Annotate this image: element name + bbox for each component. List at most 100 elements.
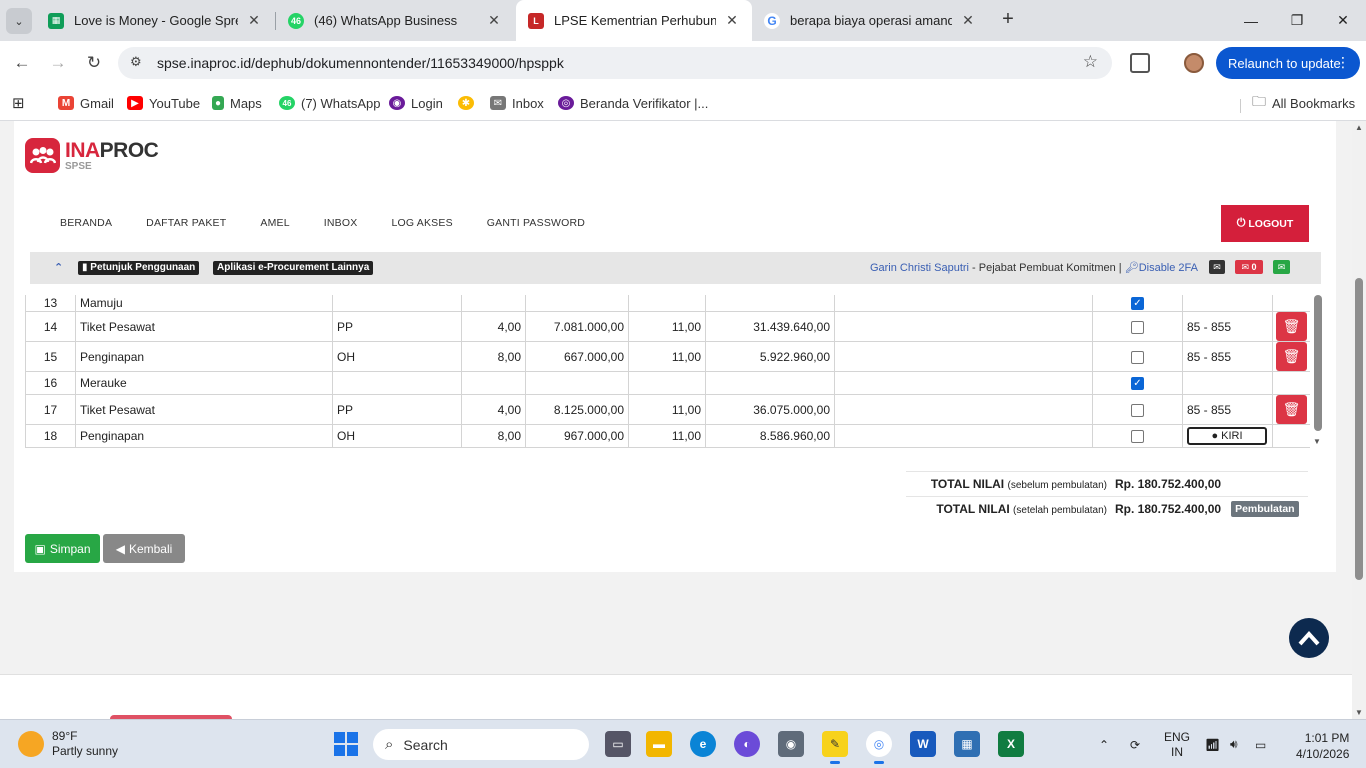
delete-row-button[interactable]: 🗑︎ — [1276, 342, 1307, 371]
calculator-icon[interactable]: ▦ — [954, 731, 980, 757]
nav-amel[interactable]: AMEL — [260, 217, 289, 231]
profile-avatar[interactable] — [1184, 53, 1204, 73]
cell-harga[interactable]: 667.000,00 — [525, 341, 629, 372]
scroll-down-arrow-icon[interactable]: ▼ — [1355, 708, 1363, 717]
menu-dots-icon[interactable]: ⋮ — [1336, 54, 1350, 71]
cell-harga[interactable]: 8.125.000,00 — [525, 394, 629, 425]
minimize-icon[interactable]: — — [1228, 0, 1274, 41]
tab-lpse[interactable]: L LPSE Kementrian Perhubungan ✕ — [516, 0, 752, 41]
scroll-up-arrow-icon[interactable]: ▲ — [1355, 123, 1363, 132]
task-view-icon[interactable]: ▭ — [605, 731, 631, 757]
row-checkbox[interactable]: ✓ — [1131, 296, 1144, 310]
table-scrollbar[interactable]: ▼ — [1312, 295, 1324, 450]
bookmark-youtube[interactable]: ▶ YouTube — [127, 93, 200, 113]
row-checkbox[interactable]: ✓ — [1131, 377, 1144, 391]
cell-keterangan[interactable] — [834, 341, 1093, 372]
copilot-icon[interactable]: ◐ — [734, 731, 760, 757]
cell-volume[interactable]: 8,00 — [461, 341, 526, 372]
cell-keterangan[interactable] — [834, 311, 1093, 342]
taskbar-search[interactable]: ⌕ Search — [373, 729, 589, 760]
edge-icon[interactable]: e — [690, 731, 716, 757]
kirim-button[interactable]: ● KIRI — [1187, 427, 1267, 445]
inaproc-logo[interactable]: INAPROC SPSE — [25, 138, 159, 173]
bookmark-login[interactable]: ◉ Login — [389, 93, 443, 113]
cell-uraian[interactable]: Merauke — [75, 371, 333, 395]
nav-daftar-paket[interactable]: DAFTAR PAKET — [146, 217, 226, 231]
user-name[interactable]: Garin Christi Saputri — [870, 262, 969, 274]
cell-uraian[interactable]: Tiket Pesawat — [75, 311, 333, 342]
cell-satuan[interactable]: PP — [332, 311, 462, 342]
row-checkbox[interactable] — [1131, 403, 1144, 417]
close-tab-icon[interactable]: ✕ — [486, 12, 502, 29]
address-bar[interactable]: ⚙ spse.inaproc.id/dephub/dokumennontende… — [118, 47, 1112, 79]
cell-uraian[interactable]: Tiket Pesawat — [75, 394, 333, 425]
petunjuk-penggunaan-link[interactable]: ▮ Petunjuk Penggunaan — [78, 261, 200, 275]
cell-harga[interactable] — [525, 371, 629, 395]
cell-total[interactable]: 8.586.960,00 — [705, 424, 835, 448]
cell-keterangan[interactable] — [834, 371, 1093, 395]
cell-volume[interactable] — [461, 295, 526, 312]
all-bookmarks[interactable]: 🗀 All Bookmarks — [1252, 93, 1355, 113]
delete-row-button[interactable]: 🗑︎ — [1276, 312, 1307, 341]
sync-icon[interactable]: ⟳ — [1130, 720, 1140, 768]
cell-pajak[interactable]: 11,00 — [628, 394, 706, 425]
cell-uraian[interactable]: Penginapan — [75, 424, 333, 448]
pembulatan-button[interactable]: Pembulatan — [1231, 501, 1299, 517]
word-icon[interactable]: W — [910, 731, 936, 757]
page-scrollbar[interactable]: ▲ ▼ — [1352, 121, 1366, 719]
row-checkbox[interactable] — [1131, 320, 1144, 334]
extensions-icon[interactable] — [1130, 53, 1150, 73]
disable-2fa-link[interactable]: Disable 2FA — [1139, 262, 1198, 274]
cell-pajak[interactable]: 11,00 — [628, 341, 706, 372]
reload-icon[interactable]: ↻ — [82, 51, 106, 75]
bookmark-inbox[interactable]: ✉ Inbox — [490, 93, 544, 113]
clock[interactable]: 1:01 PM 4/10/2026 — [1296, 730, 1349, 762]
back-icon[interactable]: ← — [10, 51, 34, 75]
cell-keterangan[interactable] — [834, 295, 1093, 312]
simpan-button[interactable]: ▣ Simpan — [25, 534, 100, 563]
bookmark-verifikator[interactable]: ◎ Beranda Verifikator |... — [558, 93, 708, 113]
cell-total[interactable] — [705, 371, 835, 395]
cell-volume[interactable]: 4,00 — [461, 394, 526, 425]
tab-search-icon[interactable]: ⌄ — [6, 8, 32, 34]
open-mail-icon[interactable]: ✉ — [1273, 260, 1290, 274]
row-checkbox[interactable] — [1131, 430, 1144, 444]
apps-grid-icon[interactable]: ⊞ — [12, 93, 25, 113]
cell-volume[interactable] — [461, 371, 526, 395]
close-tab-icon[interactable]: ✕ — [724, 12, 740, 29]
cell-total[interactable]: 36.075.000,00 — [705, 394, 835, 425]
cell-total[interactable]: 5.922.960,00 — [705, 341, 835, 372]
row-checkbox[interactable] — [1131, 350, 1144, 364]
relaunch-button[interactable]: Relaunch to update ⋮ — [1216, 47, 1360, 79]
bookmark-pinwheel[interactable]: ✱ — [458, 93, 480, 113]
cell-satuan[interactable]: PP — [332, 394, 462, 425]
url-text[interactable]: spse.inaproc.id/dephub/dokumennontender/… — [157, 55, 564, 71]
new-tab-button[interactable]: + — [996, 8, 1020, 32]
cell-harga[interactable]: 7.081.000,00 — [525, 311, 629, 342]
cell-uraian[interactable]: Mamuju — [75, 295, 333, 312]
kembali-button[interactable]: ◀ Kembali — [103, 534, 185, 563]
scroll-to-top-button[interactable] — [1289, 618, 1329, 658]
cell-keterangan[interactable] — [834, 394, 1093, 425]
tab-spreadsheet[interactable]: ▦ Love is Money - Google Spread ✕ — [36, 0, 274, 41]
tab-google-search[interactable]: G berapa biaya operasi amandel - ✕ — [752, 0, 988, 41]
file-explorer-icon[interactable]: ▬ — [646, 731, 672, 757]
cell-keterangan[interactable] — [834, 424, 1093, 448]
sticky-notes-icon[interactable]: ✎ — [822, 731, 848, 764]
cell-pajak[interactable]: 11,00 — [628, 311, 706, 342]
cell-volume[interactable]: 8,00 — [461, 424, 526, 448]
bookmark-star-icon[interactable]: ☆ — [1083, 52, 1098, 72]
close-tab-icon[interactable]: ✕ — [960, 12, 976, 29]
wifi-icon[interactable]: 📶︎ — [1205, 720, 1220, 768]
start-button[interactable] — [334, 732, 358, 756]
cell-total[interactable] — [705, 295, 835, 312]
battery-icon[interactable]: ▭ — [1255, 720, 1266, 768]
cell-satuan[interactable]: OH — [332, 424, 462, 448]
cell-pajak[interactable]: 11,00 — [628, 424, 706, 448]
scroll-down-arrow-icon[interactable]: ▼ — [1313, 437, 1321, 446]
logout-button[interactable]: ⏻ LOGOUT — [1221, 205, 1309, 242]
cell-uraian[interactable]: Penginapan — [75, 341, 333, 372]
chrome-icon[interactable]: ◎ — [866, 731, 892, 764]
restore-icon[interactable]: ❐ — [1274, 0, 1320, 41]
page-scroll-thumb[interactable] — [1355, 278, 1363, 580]
